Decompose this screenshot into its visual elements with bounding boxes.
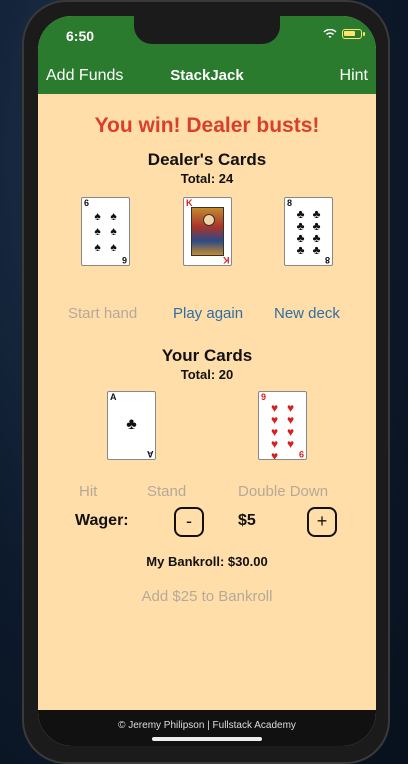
card-rank: 6 xyxy=(84,198,90,208)
heart-pips-icon: ♥ ♥ ♥ ♥ ♥ ♥ ♥ ♥ ♥ xyxy=(270,401,295,460)
wager-decrease-button[interactable]: - xyxy=(174,507,204,537)
card-rank-bottom: 6 xyxy=(121,255,127,265)
battery-icon xyxy=(342,29,365,39)
start-hand-button[interactable]: Start hand xyxy=(68,305,137,322)
app-screen: 6:50 Add Funds StackJack Hint You win! D… xyxy=(38,16,376,746)
status-time: 6:50 xyxy=(66,28,95,44)
home-indicator xyxy=(152,737,262,741)
hit-button[interactable]: Hit xyxy=(79,483,97,500)
card-rank-bottom: 9 xyxy=(298,449,304,459)
wager-increase-button[interactable]: + xyxy=(307,507,337,537)
your-cards-title: Your Cards xyxy=(161,346,253,365)
stand-button[interactable]: Stand xyxy=(147,483,186,500)
wager-label: Wager: xyxy=(75,512,129,529)
dealer-total: Total: 24 xyxy=(180,171,234,186)
new-deck-button[interactable]: New deck xyxy=(274,305,340,322)
dealer-cards-title: Dealer's Cards xyxy=(147,150,267,169)
player-card-1: A ♣ A xyxy=(107,391,156,460)
club-pips-icon: ♣ ♣ ♣ ♣ ♣ ♣ ♣ ♣ xyxy=(296,207,321,257)
card-rank: 8 xyxy=(287,198,293,208)
wager-value: $5 xyxy=(238,512,256,529)
king-face-icon xyxy=(191,207,224,256)
card-rank: A xyxy=(110,392,117,402)
card-rank-bottom: 8 xyxy=(324,255,330,265)
double-down-button[interactable]: Double Down xyxy=(238,483,328,500)
footer-credit: © Jeremy Philipson | Fullstack Academy xyxy=(118,720,296,731)
card-rank-bottom: K xyxy=(222,255,230,265)
game-area: You win! Dealer busts! Dealer's Cards To… xyxy=(38,94,376,710)
status-icons xyxy=(323,29,365,39)
dealer-card-1: 6 ♠ ♠ ♠ ♠ ♠ ♠ 6 xyxy=(81,197,130,266)
card-rank: 9 xyxy=(261,392,267,402)
club-icon: ♣ xyxy=(126,416,137,433)
wifi-icon xyxy=(323,29,337,38)
result-message: You win! Dealer busts! xyxy=(94,114,320,137)
dealer-card-2: K K xyxy=(183,197,232,266)
nav-bar: 6:50 Add Funds StackJack Hint xyxy=(38,16,376,94)
player-total: Total: 20 xyxy=(180,367,234,382)
footer: © Jeremy Philipson | Fullstack Academy xyxy=(38,710,376,746)
spade-pips-icon: ♠ ♠ ♠ ♠ ♠ ♠ xyxy=(94,208,117,255)
app-title: StackJack xyxy=(170,67,244,84)
play-again-button[interactable]: Play again xyxy=(173,305,243,322)
card-rank-bottom: A xyxy=(146,449,154,459)
player-card-2: 9 ♥ ♥ ♥ ♥ ♥ ♥ ♥ ♥ ♥ 9 xyxy=(258,391,307,460)
add-25-to-bankroll-button[interactable]: Add $25 to Bankroll xyxy=(38,588,376,605)
dealer-card-3: 8 ♣ ♣ ♣ ♣ ♣ ♣ ♣ ♣ 8 xyxy=(284,197,333,266)
device-notch xyxy=(134,16,280,44)
bankroll-display: My Bankroll: $30.00 xyxy=(146,554,268,569)
hint-button[interactable]: Hint xyxy=(340,67,368,85)
